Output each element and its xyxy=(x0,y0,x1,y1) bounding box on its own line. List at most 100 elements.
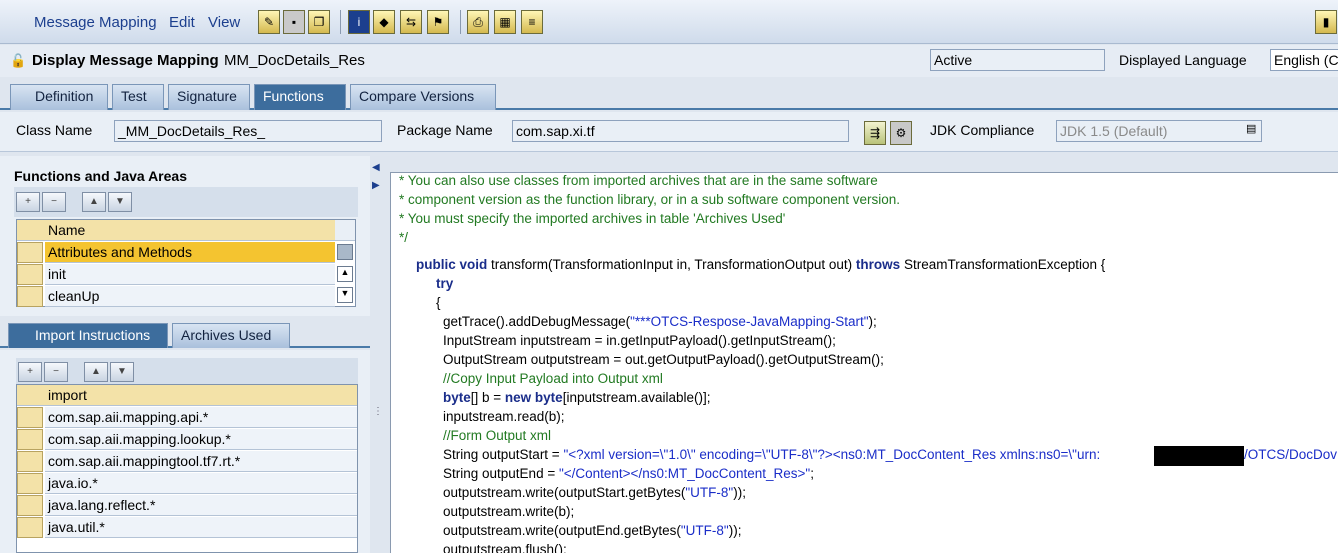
class-settings-row: Class Name _MM_DocDetails_Res_ Package N… xyxy=(0,112,1338,152)
row-selector[interactable] xyxy=(17,407,43,428)
toolbar-separator xyxy=(460,10,461,34)
code-line: byte[] b = new byte[inputstream.availabl… xyxy=(443,390,711,405)
drag-handle-icon[interactable]: ⋮ xyxy=(373,406,383,417)
row-selector[interactable] xyxy=(17,473,43,494)
status-field: Active xyxy=(930,49,1105,71)
tab-archives-used[interactable]: Archives Used xyxy=(172,323,290,348)
table-row[interactable]: java.io.* xyxy=(45,473,357,494)
table-row[interactable]: init xyxy=(45,264,335,285)
move-up-icon[interactable]: ▲ xyxy=(84,362,108,382)
code-line: { xyxy=(436,295,441,310)
move-down-icon[interactable]: ▼ xyxy=(110,362,134,382)
scroll-up-icon[interactable]: ▲ xyxy=(337,266,353,282)
row-selector[interactable] xyxy=(17,451,43,472)
class-name-field[interactable]: _MM_DocDetails_Res_ xyxy=(114,120,382,142)
dropdown-icon[interactable]: ▤ xyxy=(1246,122,1256,135)
package-name-label: Package Name xyxy=(397,122,493,138)
row-selector[interactable] xyxy=(17,429,43,450)
row-selector[interactable] xyxy=(17,517,43,538)
functions-panel-title: Functions and Java Areas xyxy=(14,168,187,184)
row-selector[interactable] xyxy=(17,264,43,285)
code-editor[interactable]: * You can also use classes from imported… xyxy=(390,172,1338,553)
check-icon[interactable]: ◆ xyxy=(373,10,395,34)
package-copy-icon[interactable]: ⇶ xyxy=(864,121,886,145)
lock-icon: 🔓 xyxy=(10,53,27,68)
table-row[interactable]: java.util.* xyxy=(45,517,357,538)
tab-signature[interactable]: Signature xyxy=(168,84,250,110)
language-label: Displayed Language xyxy=(1119,52,1247,68)
expand-right-icon[interactable]: ▶ xyxy=(372,180,380,191)
window-icon[interactable]: ▮ xyxy=(1315,10,1337,34)
table-icon[interactable]: ▦ xyxy=(494,10,516,34)
table-row[interactable]: cleanUp xyxy=(45,286,335,307)
table-row[interactable]: com.sap.aii.mappingtool.tf7.rt.* xyxy=(45,451,357,472)
object-name: MM_DocDetails_Res xyxy=(224,52,365,69)
jdk-compliance-label: JDK Compliance xyxy=(930,122,1035,138)
info-icon[interactable]: i xyxy=(348,10,370,34)
code-line: public void transform(TransformationInpu… xyxy=(416,257,1106,272)
redaction-box xyxy=(1154,446,1244,466)
panel-splitter[interactable]: ◀ ▶ ⋮ xyxy=(370,156,390,553)
scroll-header xyxy=(335,220,355,241)
code-comment: //Copy Input Payload into Output xml xyxy=(443,371,663,386)
code-line: outputstream.flush(); xyxy=(443,542,567,553)
code-line: outputstream.write(b); xyxy=(443,504,575,519)
print-icon[interactable]: ⎙ xyxy=(467,10,489,34)
menu-bar: Message Mapping Edit View ✎ ▪ ❐ i ◆ ⇆ ⚑ … xyxy=(0,0,1338,44)
functions-table: Name Attributes and Methods init cleanUp… xyxy=(16,219,356,307)
code-line: outputstream.write(outputStart.getBytes(… xyxy=(443,485,746,500)
scroll-icon[interactable]: ≡ xyxy=(521,10,543,34)
functions-toolbar: + − ▲ ▼ xyxy=(14,187,358,217)
code-comment: * component version as the function libr… xyxy=(399,192,901,207)
object-header: 🔓 Display Message Mapping MM_DocDetails_… xyxy=(0,45,1338,77)
insert-row-icon[interactable]: + xyxy=(16,192,40,212)
code-comment: * You can also use classes from imported… xyxy=(399,173,878,188)
menu-message-mapping[interactable]: Message Mapping xyxy=(34,14,157,31)
move-up-icon[interactable]: ▲ xyxy=(82,192,106,212)
import-panel: + − ▲ ▼ import com.sap.aii.mapping.api.*… xyxy=(0,350,370,553)
package-settings-icon[interactable]: ⚙ xyxy=(890,121,912,145)
move-down-icon[interactable]: ▼ xyxy=(108,192,132,212)
delete-row-icon[interactable]: − xyxy=(42,192,66,212)
row-selector[interactable] xyxy=(17,286,43,307)
import-tabs: Import Instructions Archives Used xyxy=(0,322,370,348)
import-table: import com.sap.aii.mapping.api.* com.sap… xyxy=(16,384,358,553)
tab-test[interactable]: Test xyxy=(112,84,164,110)
delete-row-icon[interactable]: − xyxy=(44,362,68,382)
jdk-compliance-select[interactable]: JDK 1.5 (Default) xyxy=(1056,120,1262,142)
collapse-left-icon[interactable]: ◀ xyxy=(372,162,380,173)
copy-icon[interactable]: ❐ xyxy=(308,10,330,34)
column-header-import: import xyxy=(45,385,357,406)
scroll-down-icon[interactable]: ▼ xyxy=(337,287,353,303)
code-line: outputstream.write(outputEnd.getBytes("U… xyxy=(443,523,742,538)
table-row[interactable]: com.sap.aii.mapping.lookup.* xyxy=(45,429,357,450)
insert-row-icon[interactable]: + xyxy=(18,362,42,382)
scrollbar-thumb[interactable] xyxy=(337,244,353,260)
code-line: inputstream.read(b); xyxy=(443,409,565,424)
package-name-field[interactable]: com.sap.xi.tf xyxy=(512,120,849,142)
tab-definition[interactable]: Definition xyxy=(10,84,108,110)
import-toolbar: + − ▲ ▼ xyxy=(16,358,358,386)
header-selector xyxy=(17,385,45,406)
tab-functions[interactable]: Functions xyxy=(254,84,346,110)
language-select[interactable]: English (C xyxy=(1270,49,1338,71)
toolbar-separator xyxy=(340,10,341,34)
code-line: String outputEnd = "</Content></ns0:MT_D… xyxy=(443,466,814,481)
code-line: try xyxy=(436,276,454,291)
tab-import-instructions[interactable]: Import Instructions xyxy=(8,323,168,348)
code-comment: //Form Output xml xyxy=(443,428,552,443)
where-used-icon[interactable]: ⇆ xyxy=(400,10,422,34)
menu-view[interactable]: View xyxy=(208,14,240,31)
table-row[interactable]: com.sap.aii.mapping.api.* xyxy=(45,407,357,428)
row-selector[interactable] xyxy=(17,495,43,516)
references-icon[interactable]: ⚑ xyxy=(427,10,449,34)
class-name-label: Class Name xyxy=(16,122,93,138)
table-row[interactable]: Attributes and Methods xyxy=(45,242,335,263)
menu-edit[interactable]: Edit xyxy=(169,14,195,31)
code-line: InputStream inputstream = in.getInputPay… xyxy=(443,333,836,348)
edit-pencil-icon[interactable]: ✎ xyxy=(258,10,280,34)
tab-compare-versions[interactable]: Compare Versions xyxy=(350,84,496,110)
table-row[interactable]: java.lang.reflect.* xyxy=(45,495,357,516)
save-icon[interactable]: ▪ xyxy=(283,10,305,34)
row-selector[interactable] xyxy=(17,242,43,263)
